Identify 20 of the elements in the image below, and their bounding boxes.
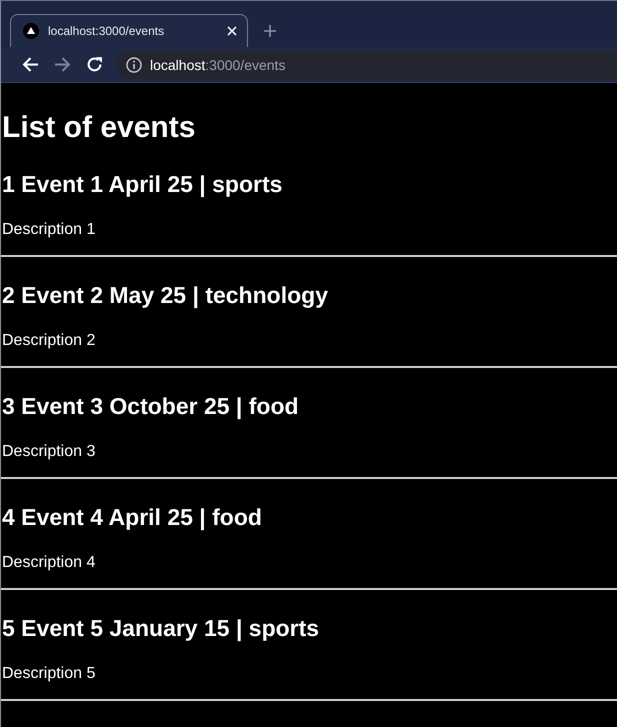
browser-tab[interactable]: localhost:3000/events bbox=[10, 14, 248, 47]
address-bar[interactable]: localhost:3000/events bbox=[116, 50, 617, 78]
event-description: Description 5 bbox=[2, 664, 96, 684]
tab-title: localhost:3000/events bbox=[48, 24, 166, 38]
info-icon[interactable] bbox=[126, 56, 142, 72]
event-description: Description 2 bbox=[2, 331, 96, 351]
event-heading: 5 Event 5 January 15 | sports bbox=[2, 614, 320, 642]
event-heading: 1 Event 1 April 25 | sports bbox=[2, 170, 284, 198]
event-heading: 2 Event 2 May 25 | technology bbox=[2, 281, 329, 309]
event-heading: 3 Event 3 October 25 | food bbox=[2, 392, 300, 420]
event-description: Description 1 bbox=[2, 220, 96, 240]
plus-icon[interactable] bbox=[264, 25, 276, 37]
event-description: Description 3 bbox=[2, 442, 96, 462]
close-icon[interactable] bbox=[227, 26, 237, 36]
url-text: localhost:3000/events bbox=[150, 56, 286, 72]
event-description: Description 4 bbox=[2, 553, 96, 573]
back-arrow-icon[interactable] bbox=[22, 56, 38, 73]
reload-icon[interactable] bbox=[86, 56, 102, 73]
event-heading: 4 Event 4 April 25 | food bbox=[2, 503, 263, 531]
page-title: List of events bbox=[2, 110, 196, 146]
